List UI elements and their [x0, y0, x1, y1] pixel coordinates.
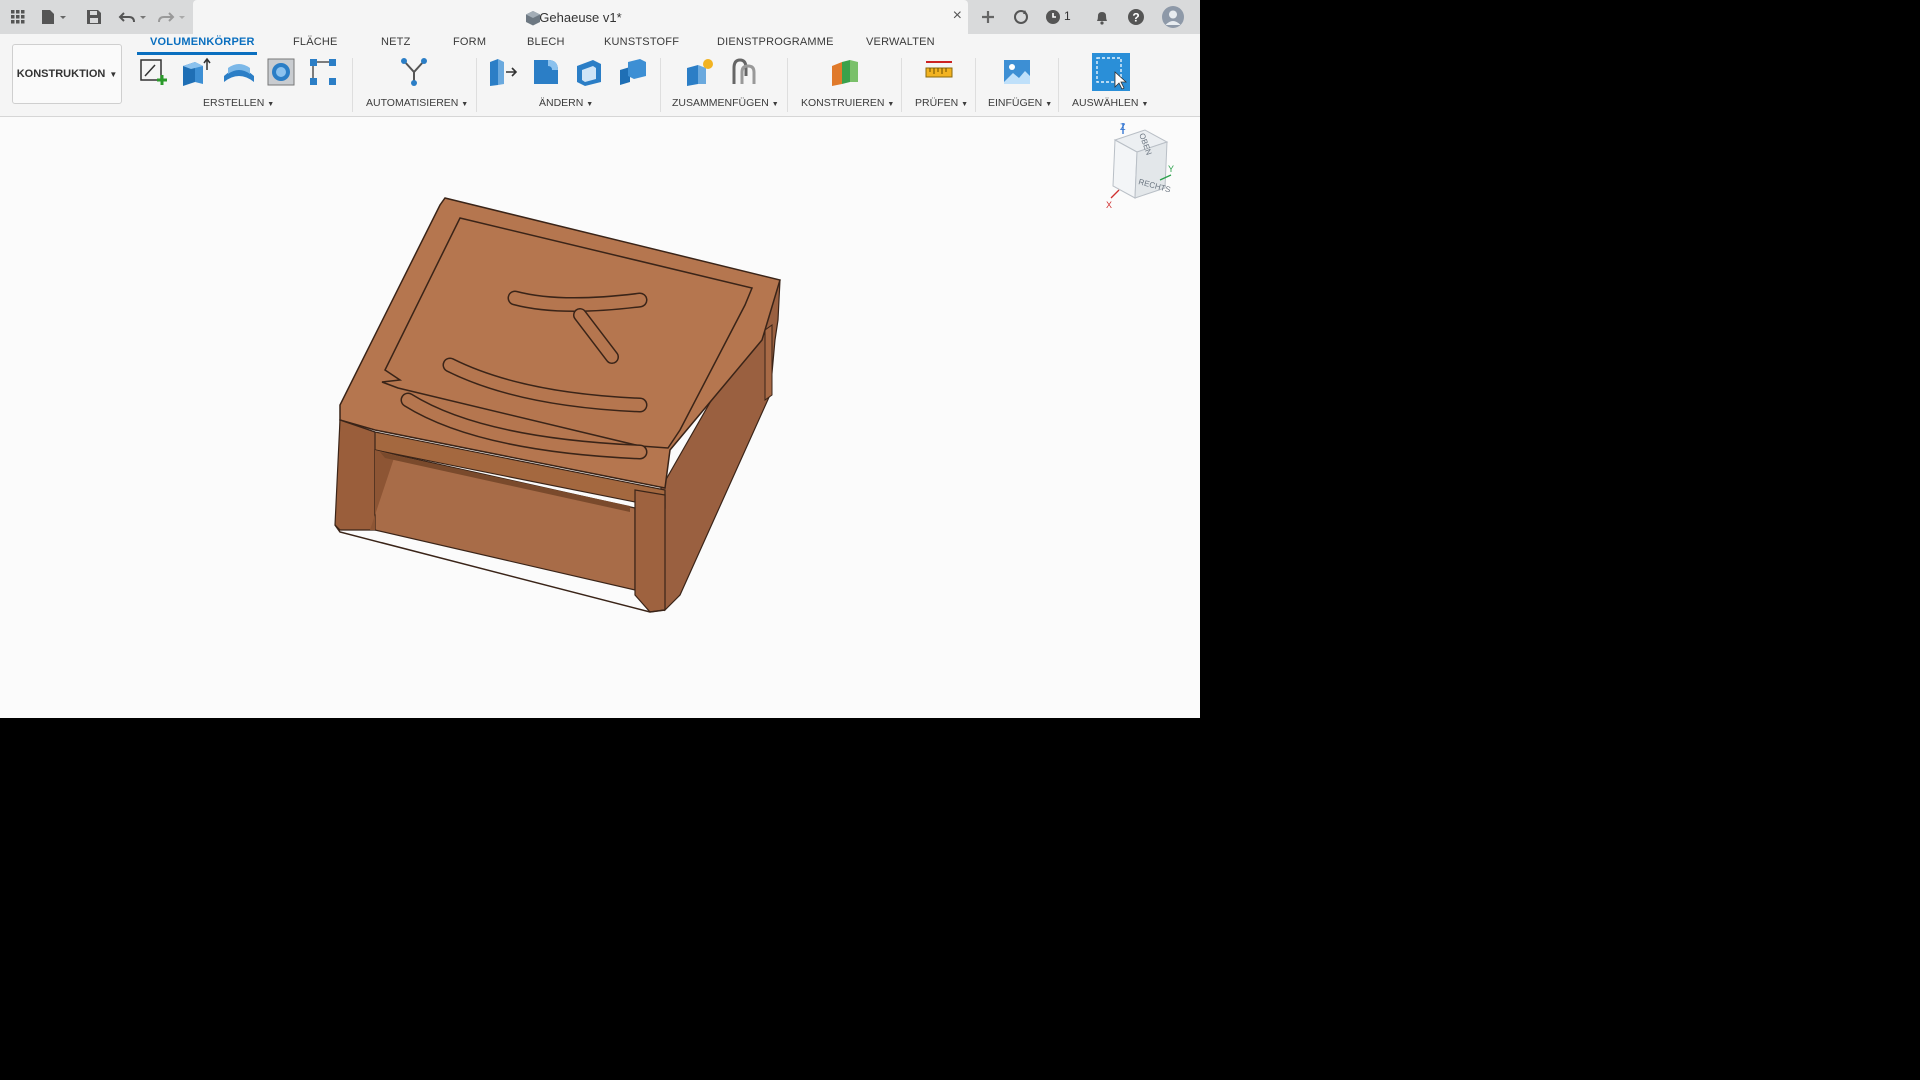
chevron-down-icon: ▼ [109, 69, 118, 79]
help-icon[interactable]: ? [1125, 6, 1147, 28]
shell-icon[interactable] [572, 55, 606, 89]
new-tab-icon[interactable] [976, 6, 1000, 28]
group-auswaehlen-label: AUSWÄHLEN [1072, 97, 1139, 109]
combine-icon[interactable] [615, 55, 649, 89]
new-component-icon[interactable] [683, 55, 717, 89]
group-aendern-label: ÄNDERN [539, 97, 584, 109]
chevron-down-icon: ▼ [1141, 101, 1149, 108]
chevron-down-icon: ▼ [267, 101, 275, 108]
user-avatar-icon[interactable] [1161, 6, 1185, 28]
file-menu-icon[interactable] [38, 6, 70, 28]
create-sketch-icon[interactable] [136, 55, 170, 89]
view-cube[interactable]: OBEN RECHTS Z Y X [1105, 120, 1175, 215]
offset-plane-icon[interactable] [827, 55, 861, 89]
ribbon-separator [352, 58, 353, 112]
group-konstruieren[interactable]: KONSTRUIEREN ▼ [801, 97, 894, 109]
group-pruefen-label: PRÜFEN [915, 97, 959, 109]
group-einfuegen[interactable]: EINFÜGEN ▼ [988, 97, 1052, 109]
workspace-selector[interactable]: KONSTRUKTION ▼ [12, 44, 122, 104]
group-zusammenfuegen-label: ZUSAMMENFÜGEN [672, 97, 769, 109]
group-konstruieren-label: KONSTRUIEREN [801, 97, 885, 109]
select-icon[interactable] [1092, 53, 1130, 91]
tab-netz[interactable]: NETZ [381, 36, 411, 48]
ribbon-separator [660, 58, 661, 112]
ribbon-separator [1058, 58, 1059, 112]
ribbon-separator [901, 58, 902, 112]
housing-model[interactable] [0, 117, 1200, 718]
chevron-down-icon: ▼ [961, 101, 969, 108]
component-icon [526, 11, 540, 26]
group-automatisieren-label: AUTOMATISIEREN [366, 97, 459, 109]
chevron-down-icon: ▼ [1045, 101, 1053, 108]
fusion-window: Gehaeuse v1* × 1 ? VOLUMENKÖRPER FLÄCHE … [0, 0, 1200, 718]
undo-icon[interactable] [117, 6, 149, 28]
document-title: Gehaeuse v1* [539, 10, 622, 25]
hole-icon[interactable] [264, 55, 298, 89]
save-icon[interactable] [84, 6, 104, 28]
insert-image-icon[interactable] [1000, 55, 1034, 89]
group-pruefen[interactable]: PRÜFEN ▼ [915, 97, 968, 109]
tab-dienstprogramme[interactable]: DIENSTPROGRAMME [717, 36, 834, 48]
chevron-down-icon: ▼ [461, 101, 469, 108]
job-count: 1 [1064, 9, 1071, 23]
axis-z-label: Z [1120, 122, 1126, 132]
application-bar: Gehaeuse v1* × 1 ? [0, 0, 1200, 35]
ribbon-separator [975, 58, 976, 112]
3d-viewport[interactable] [0, 117, 1200, 718]
fillet-icon[interactable] [529, 55, 563, 89]
notification-bell-icon[interactable] [1092, 6, 1112, 28]
group-erstellen-label: ERSTELLEN [203, 97, 265, 109]
apps-grid-icon[interactable] [7, 6, 29, 28]
chevron-down-icon: ▼ [887, 101, 895, 108]
redo-icon[interactable] [156, 6, 188, 28]
group-zusammenfuegen[interactable]: ZUSAMMENFÜGEN ▼ [672, 97, 779, 109]
chevron-down-icon: ▼ [771, 101, 779, 108]
job-status-icon[interactable] [1043, 6, 1063, 28]
rectangular-pattern-icon[interactable] [306, 55, 340, 89]
group-erstellen[interactable]: ERSTELLEN ▼ [203, 97, 274, 109]
close-tab-icon[interactable]: × [953, 7, 962, 25]
group-automatisieren[interactable]: AUTOMATISIEREN ▼ [366, 97, 468, 109]
measure-icon[interactable] [922, 55, 956, 89]
joint-icon[interactable] [727, 55, 761, 89]
tab-verwalten[interactable]: VERWALTEN [866, 36, 935, 48]
svg-text:?: ? [1132, 11, 1139, 25]
press-pull-icon[interactable] [485, 55, 519, 89]
tab-volumenkoerper[interactable]: VOLUMENKÖRPER [150, 36, 255, 48]
group-aendern[interactable]: ÄNDERN ▼ [539, 97, 593, 109]
ribbon-separator [476, 58, 477, 112]
extrude-icon[interactable] [178, 55, 212, 89]
tab-blech[interactable]: BLECH [527, 36, 565, 48]
ribbon-separator [787, 58, 788, 112]
automate-icon[interactable] [397, 55, 431, 89]
group-auswaehlen[interactable]: AUSWÄHLEN ▼ [1072, 97, 1148, 109]
document-tab[interactable]: Gehaeuse v1* × [193, 0, 968, 35]
axis-y-label: Y [1168, 164, 1174, 174]
axis-x-label: X [1106, 200, 1112, 210]
tab-form[interactable]: FORM [453, 36, 486, 48]
group-einfuegen-label: EINFÜGEN [988, 97, 1043, 109]
workspace-label: KONSTRUKTION [16, 68, 106, 80]
revolve-icon[interactable] [222, 55, 256, 89]
chevron-down-icon: ▼ [586, 101, 594, 108]
tab-flaeche[interactable]: FLÄCHE [293, 36, 338, 48]
sync-icon[interactable] [1010, 6, 1032, 28]
tab-kunststoff[interactable]: KUNSTSTOFF [604, 36, 679, 48]
